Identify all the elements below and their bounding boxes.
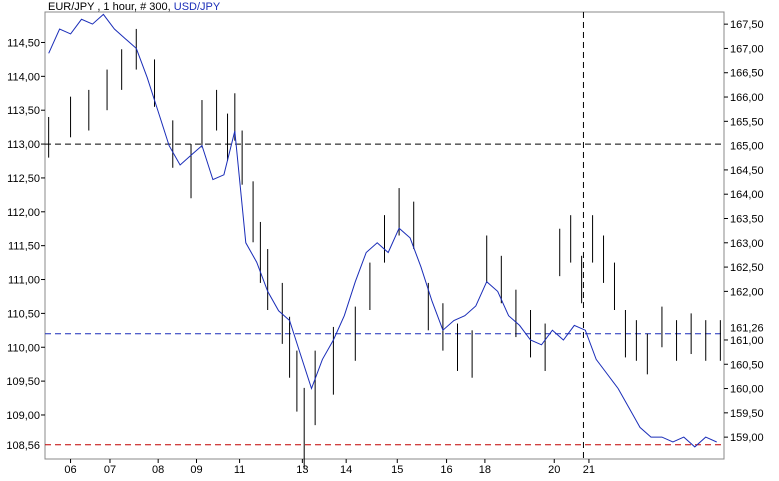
left-marker-label: 108,56	[6, 440, 40, 452]
x-tick-label: 15	[391, 464, 403, 476]
right-tick-label: 162,50	[730, 262, 764, 274]
x-tick-label: 13	[296, 464, 308, 476]
x-tick-label: 07	[104, 464, 116, 476]
right-tick-label: 167,00	[730, 43, 764, 55]
left-tick-label: 109,50	[6, 376, 40, 388]
chart-header: EUR/JPY , 1 hour, # 300, USD/JPY	[48, 1, 221, 13]
right-tick-label: 166,50	[730, 68, 764, 80]
right-tick-label: 163,00	[730, 238, 764, 250]
x-tick-label: 14	[340, 464, 352, 476]
right-tick-label: 164,00	[730, 189, 764, 201]
right-tick-label: 160,00	[730, 384, 764, 396]
left-tick-label: 111,00	[8, 275, 40, 287]
left-tick-label: 113,50	[7, 105, 40, 117]
chart-info-label: , 1 hour, # 300,	[94, 1, 170, 13]
x-tick-label: 09	[190, 464, 202, 476]
left-tick-label: 113,00	[7, 139, 40, 151]
left-tick-label: 114,00	[7, 71, 40, 83]
x-tick-label: 18	[479, 464, 491, 476]
left-tick-label: 109,00	[6, 410, 40, 422]
right-tick-label: 166,00	[730, 92, 764, 104]
left-axis: 114,50 114,00 113,50 113,00 112,50 112,00 111,…	[6, 37, 45, 452]
x-tick-label: 20	[548, 464, 560, 476]
right-tick-label: 159,00	[730, 432, 764, 444]
x-tick-label: 08	[152, 464, 164, 476]
right-tick-label: 162,00	[730, 286, 764, 298]
x-axis: 06 07 08 09 11 13 14 15 16 18 20 21	[64, 459, 595, 476]
left-tick-label: 112,00	[7, 207, 40, 219]
symbol-label: EUR/JPY	[48, 1, 95, 13]
right-tick-label: 161,00	[730, 335, 764, 347]
right-tick-label: 167,50	[730, 19, 764, 31]
left-tick-label: 111,50	[8, 241, 40, 253]
right-tick-label: 159,50	[730, 408, 764, 420]
right-marker-label: 165,00	[730, 141, 764, 153]
x-tick-label: 06	[64, 464, 76, 476]
right-tick-label: 164,50	[730, 165, 764, 177]
x-tick-label: 11	[234, 464, 245, 476]
left-tick-label: 112,50	[7, 173, 40, 185]
overlay-symbol-label: USD/JPY	[174, 1, 221, 13]
x-tick-label: 16	[440, 464, 452, 476]
right-tick-label: 163,50	[730, 213, 764, 225]
x-tick-label: 21	[583, 464, 595, 476]
right-axis: 167,50 167,00 166,50 166,00 165,50 164,50 164,…	[724, 19, 764, 444]
right-tick-label: 165,50	[730, 116, 764, 128]
right-tick-label: 160,50	[730, 359, 764, 371]
left-tick-label: 110,50	[7, 308, 40, 320]
left-tick-label: 110,00	[7, 342, 40, 354]
left-tick-label: 114,50	[7, 37, 40, 49]
chart: EUR/JPY , 1 hour, # 300, USD/JPY 114,501…	[6, 1, 764, 476]
right-marker-label: 161,26	[730, 322, 764, 334]
